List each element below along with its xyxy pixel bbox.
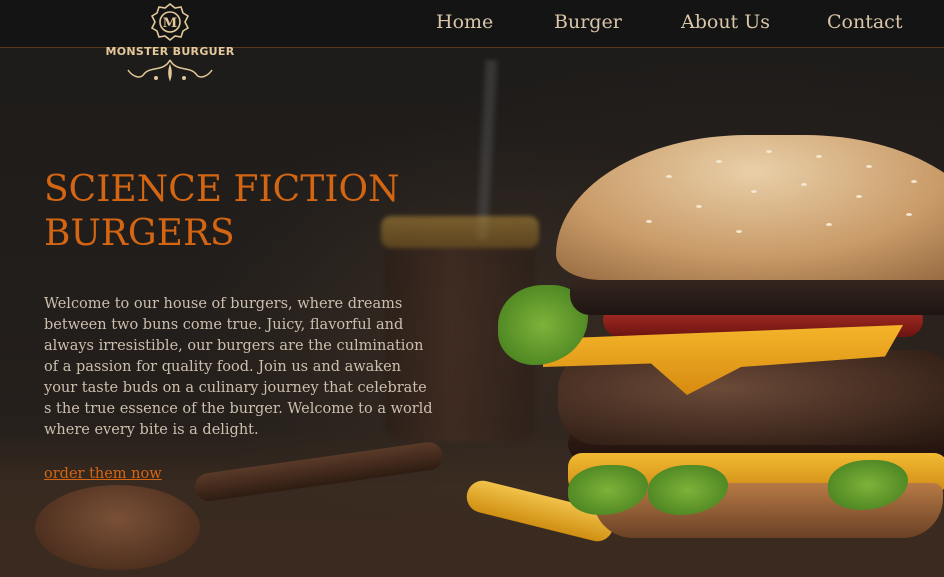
nav-home-link[interactable]: Home [436, 11, 493, 33]
order-now-link[interactable]: order them now [44, 466, 162, 482]
hero-title-line1: SCIENCE FICTION [44, 169, 400, 210]
site-header: M MONSTER BURGUER Home Burger About Us C… [0, 0, 944, 82]
nav-about-us-link[interactable]: About Us [681, 11, 770, 33]
flourish-icon [127, 59, 213, 82]
nav-contact-link[interactable]: Contact [827, 11, 902, 33]
wooden-spoon [35, 440, 445, 570]
hero-title: SCIENCE FICTION BURGERS [44, 168, 444, 256]
logo-emblem-letter: M [163, 16, 177, 31]
brand-logo[interactable]: M MONSTER BURGUER [104, 0, 236, 86]
crest-icon: M [150, 2, 190, 42]
burger-illustration [498, 135, 944, 555]
drink-straw [475, 59, 499, 241]
brand-name: MONSTER BURGUER [105, 45, 235, 58]
hero-paragraph: Welcome to our house of burgers, where d… [44, 296, 433, 438]
hero-background-image [0, 0, 944, 577]
hero-title-line2: BURGERS [44, 213, 235, 254]
nav-burger-link[interactable]: Burger [554, 11, 622, 33]
